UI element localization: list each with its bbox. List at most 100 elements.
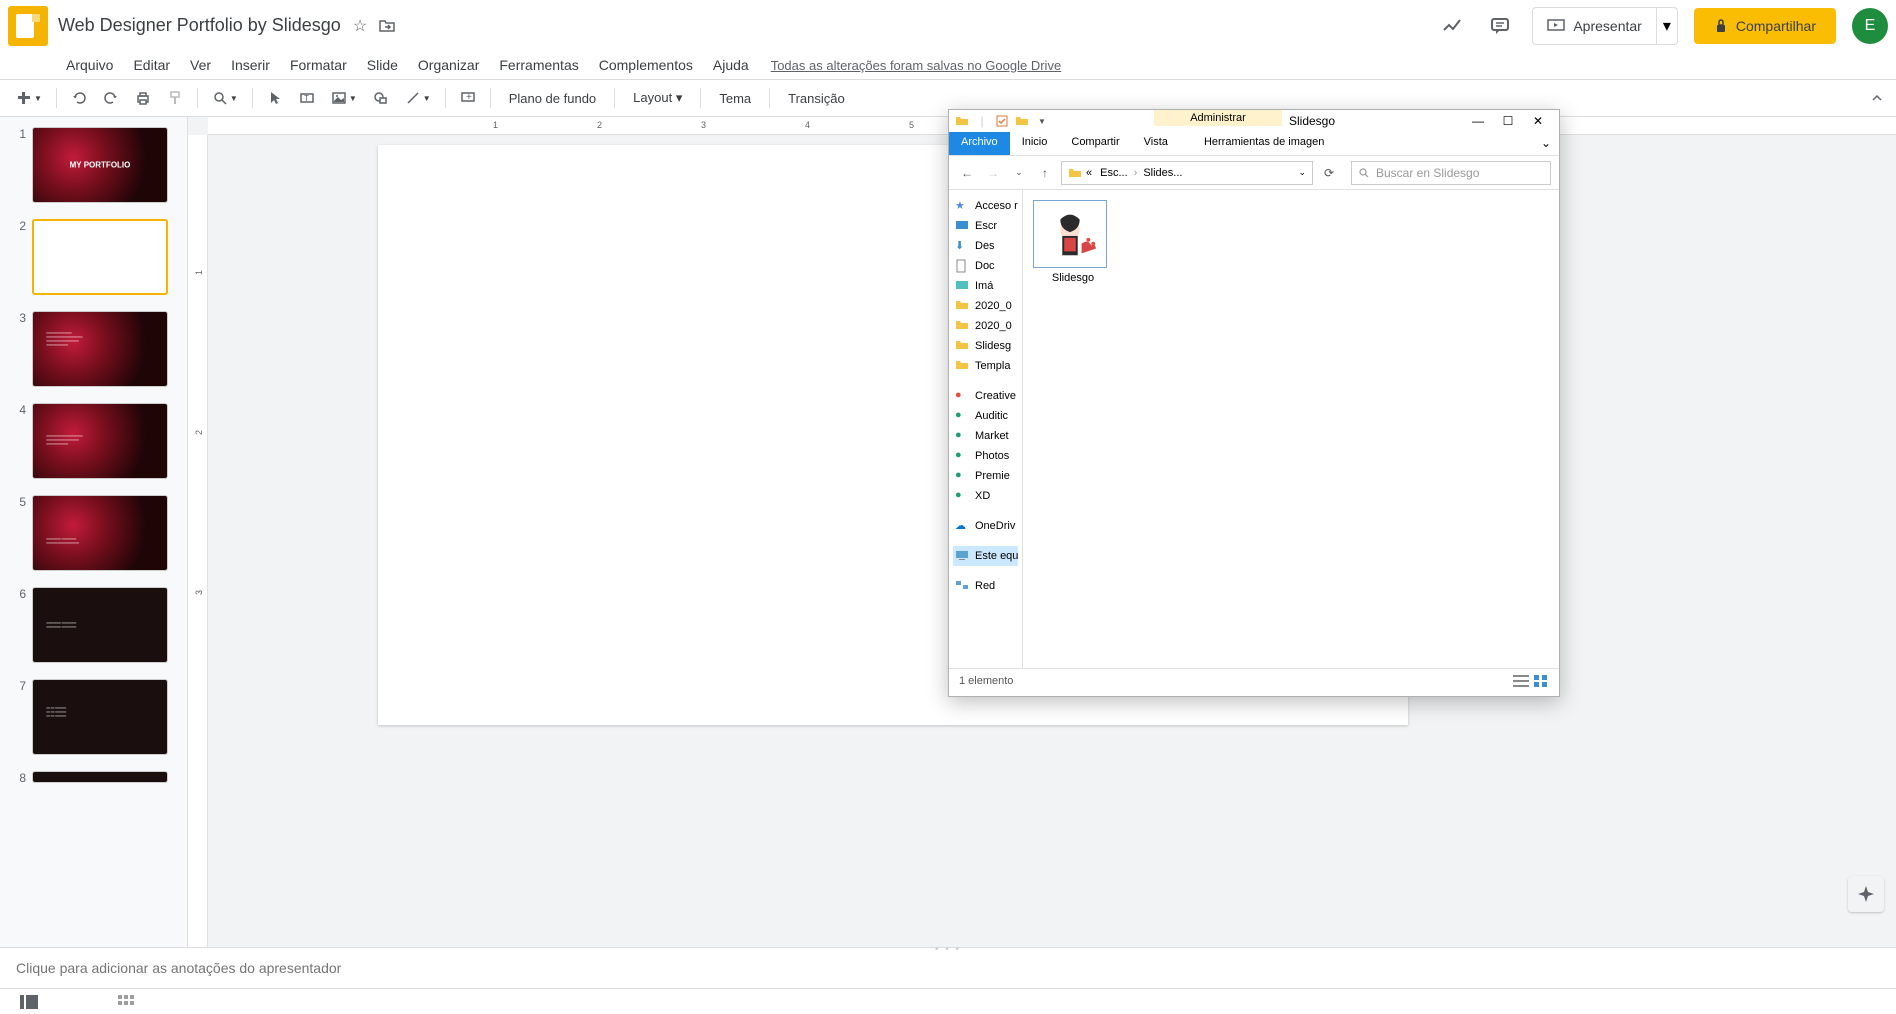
tree-desktop[interactable]: Escr [953, 216, 1018, 236]
file-item-slidesgo[interactable]: Slidesgo [1033, 200, 1113, 284]
slide-thumb-4[interactable]: ━━━━━━━━━━━━━━━━━━━━━━━━━━━━━━━━━━━━━━━━… [32, 403, 168, 479]
collapse-toolbar-icon[interactable] [1870, 91, 1884, 105]
nav-back-icon[interactable]: ← [957, 163, 977, 183]
tree-photoshop[interactable]: ●Photos [953, 446, 1018, 466]
explorer-tab-file[interactable]: Archivo [949, 132, 1010, 155]
tree-this-pc[interactable]: Este equ [953, 546, 1018, 566]
breadcrumb-bar[interactable]: « Esc... › Slides... ⌄ [1061, 161, 1313, 185]
paint-format-button[interactable] [161, 86, 189, 110]
slide-thumb-2[interactable] [32, 219, 168, 295]
tree-folder-3[interactable]: Slidesg [953, 336, 1018, 356]
textbox-tool[interactable]: T [293, 86, 321, 110]
menu-arquivo[interactable]: Arquivo [58, 53, 121, 77]
nav-forward-icon[interactable]: → [983, 163, 1003, 183]
present-label: Apresentar [1573, 18, 1641, 34]
zoom-button[interactable]: ▼ [206, 86, 244, 110]
menu-ferramentas[interactable]: Ferramentas [491, 53, 586, 77]
qat-dropdown-icon[interactable]: ▼ [1035, 114, 1049, 128]
tree-market[interactable]: ●Market [953, 426, 1018, 446]
share-button[interactable]: Compartilhar [1694, 8, 1836, 44]
document-title[interactable]: Web Designer Portfolio by Slidesgo [58, 15, 341, 36]
tree-downloads[interactable]: ⬇Des [953, 236, 1018, 256]
image-tool[interactable]: ▼ [325, 86, 363, 110]
tree-premiere[interactable]: ●Premie [953, 466, 1018, 486]
refresh-icon[interactable]: ⟳ [1319, 163, 1339, 183]
menu-ver[interactable]: Ver [182, 53, 219, 77]
menu-slide[interactable]: Slide [359, 53, 406, 77]
tree-audition[interactable]: ●Auditic [953, 406, 1018, 426]
save-status[interactable]: Todas as alterações foram salvas no Goog… [771, 58, 1061, 73]
present-button[interactable]: Apresentar [1533, 8, 1655, 44]
print-button[interactable] [129, 86, 157, 110]
tree-network[interactable]: Red [953, 576, 1018, 596]
explorer-content[interactable]: Slidesgo [1023, 190, 1559, 668]
comment-tool[interactable]: + [454, 86, 482, 110]
tree-xd[interactable]: ●XD [953, 486, 1018, 506]
menu-ajuda[interactable]: Ajuda [705, 53, 757, 77]
minimize-button[interactable]: — [1463, 112, 1493, 130]
nav-up-icon[interactable]: ↑ [1035, 163, 1055, 183]
tree-documents[interactable]: Doc [953, 256, 1018, 276]
tree-folder-1[interactable]: 2020_0 [953, 296, 1018, 316]
filmstrip-view-icon[interactable] [20, 995, 38, 1009]
star-icon[interactable]: ☆ [353, 16, 367, 36]
new-folder-icon[interactable] [1015, 114, 1029, 128]
explorer-tab-home[interactable]: Inicio [1010, 132, 1060, 155]
new-slide-button[interactable]: ▼ [10, 86, 48, 110]
tree-folder-4[interactable]: Templa [953, 356, 1018, 376]
grid-view-icon[interactable] [118, 995, 134, 1009]
nav-history-icon[interactable]: ⌄ [1009, 163, 1029, 183]
explorer-tab-view[interactable]: Vista [1132, 132, 1180, 155]
theme-button[interactable]: Tema [709, 87, 761, 110]
breadcrumb-seg-2[interactable]: Slides... [1139, 167, 1186, 179]
transition-button[interactable]: Transição [778, 87, 855, 110]
menu-formatar[interactable]: Formatar [282, 53, 355, 77]
slide-thumb-7[interactable]: ━━ ━━ ━━━━━━━━ ━━ ━━━━━━━━ ━━ ━━━━━━ [32, 679, 168, 755]
menu-organizar[interactable]: Organizar [410, 53, 487, 77]
comments-icon[interactable] [1484, 10, 1516, 42]
slide-thumb-6[interactable]: ━━━━━━━━ ━━━━━━━━━━━━━━━━ ━━━━━━━━ [32, 587, 168, 663]
menu-editar[interactable]: Editar [125, 53, 178, 77]
slide-thumb-5[interactable]: ━━━━━━━━ ━━━━━━━━━━━━━━━━━━━━━━━━━━ [32, 495, 168, 571]
account-avatar[interactable]: E [1852, 8, 1888, 44]
explorer-tab-share[interactable]: Compartir [1059, 132, 1131, 155]
notes-resize-handle[interactable]: • • • [935, 944, 961, 955]
tree-images[interactable]: Imá [953, 276, 1018, 296]
background-button[interactable]: Plano de fundo [499, 87, 606, 110]
undo-button[interactable] [65, 86, 93, 110]
activity-icon[interactable] [1436, 10, 1468, 42]
large-icons-view-icon[interactable] [1533, 674, 1549, 688]
layout-button[interactable]: Layout ▾ [623, 86, 692, 110]
move-folder-icon[interactable] [379, 19, 395, 33]
tree-quick-access[interactable]: ★Acceso r [953, 196, 1018, 216]
ribbon-expand-icon[interactable]: ⌄ [1533, 132, 1559, 155]
select-tool[interactable] [261, 86, 289, 110]
redo-button[interactable] [97, 86, 125, 110]
tree-folder-2[interactable]: 2020_0 [953, 316, 1018, 336]
menu-complementos[interactable]: Complementos [591, 53, 701, 77]
slide-thumb-1[interactable]: MY PORTFOLIO [32, 127, 168, 203]
shape-tool[interactable] [367, 86, 395, 110]
properties-icon[interactable] [995, 114, 1009, 128]
details-view-icon[interactable] [1513, 674, 1529, 688]
explorer-tree[interactable]: ★Acceso r Escr ⬇Des Doc Imá 2020_0 2020_… [949, 190, 1023, 668]
tree-creative-cloud[interactable]: ●Creative [953, 386, 1018, 406]
speaker-notes[interactable]: • • • Clique para adicionar as anotações… [0, 947, 1896, 988]
present-dropdown[interactable]: ▾ [1656, 8, 1677, 44]
close-button[interactable]: ✕ [1523, 112, 1553, 130]
breadcrumb-seg-1[interactable]: Esc... [1096, 167, 1132, 179]
explorer-tab-image-tools[interactable]: Herramientas de imagen [1192, 132, 1336, 155]
tree-onedrive[interactable]: ☁OneDriv [953, 516, 1018, 536]
explore-button[interactable] [1848, 876, 1884, 912]
line-tool[interactable]: ▼ [399, 86, 437, 110]
explorer-search-input[interactable]: Buscar en Slidesgo [1351, 161, 1551, 185]
folder-icon[interactable] [955, 114, 969, 128]
slide-panel[interactable]: 1 MY PORTFOLIO 2 3 ━━━━━━━━━━━━━━━━━━━━━… [0, 117, 188, 947]
slide-thumb-8[interactable] [32, 771, 168, 783]
maximize-button[interactable]: ☐ [1493, 112, 1523, 130]
file-explorer-window[interactable]: Administrar | ▼ Slidesgo — ☐ ✕ Archivo I… [948, 109, 1560, 697]
slide-thumb-3[interactable]: ━━━━━━━━━━━━━━━━━━━━━━━━━━━━━━━━━━━━━━━━… [32, 311, 168, 387]
menu-inserir[interactable]: Inserir [223, 53, 278, 77]
slides-logo[interactable] [8, 6, 48, 46]
breadcrumb-dropdown-icon[interactable]: ⌄ [1298, 167, 1306, 178]
